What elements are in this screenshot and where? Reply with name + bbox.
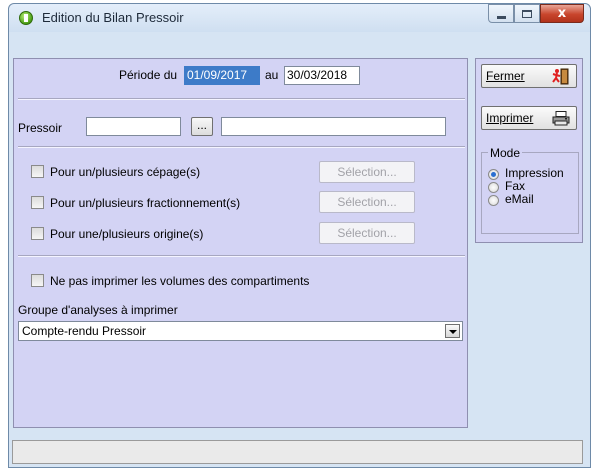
printer-icon	[552, 111, 570, 126]
maximize-icon	[522, 10, 532, 18]
window-title: Edition du Bilan Pressoir	[42, 10, 184, 25]
origine-selection-button[interactable]: Sélection...	[319, 222, 415, 244]
imprimer-label: Imprimer	[486, 111, 534, 125]
pressoir-code-input[interactable]	[86, 117, 181, 136]
chevron-down-icon[interactable]	[445, 324, 460, 338]
cepage-selection-button[interactable]: Sélection...	[319, 161, 415, 183]
fermer-label: Fermer	[486, 69, 525, 83]
minimize-icon	[497, 16, 506, 19]
title-bar[interactable]: Edition du Bilan Pressoir x	[9, 4, 590, 32]
cepage-checkbox[interactable]	[31, 165, 44, 178]
minimize-button[interactable]	[488, 4, 514, 23]
mode-impression-radio[interactable]	[488, 169, 499, 180]
separator	[18, 98, 465, 100]
fractionnement-checkbox[interactable]	[31, 196, 44, 209]
no-volumes-checkbox[interactable]	[31, 274, 44, 287]
app-icon	[19, 11, 33, 25]
groupe-select[interactable]: Compte-rendu Pressoir	[18, 321, 463, 341]
mode-email-label: eMail	[505, 192, 534, 206]
date-to-input[interactable]: 30/03/2018	[284, 66, 360, 85]
mode-title: Mode	[488, 146, 523, 160]
mode-fax-label: Fax	[505, 179, 526, 193]
groupe-selected-value: Compte-rendu Pressoir	[22, 324, 147, 338]
au-label: au	[265, 68, 279, 82]
close-icon: x	[557, 6, 567, 21]
close-button[interactable]: x	[540, 4, 584, 23]
groupe-label: Groupe d'analyses à imprimer	[18, 303, 178, 317]
imprimer-button[interactable]: Imprimer	[481, 106, 577, 130]
no-volumes-label: Ne pas imprimer les volumes des comparti…	[50, 274, 310, 288]
fractionnement-label: Pour un/plusieurs fractionnement(s)	[50, 196, 241, 210]
side-panel: Fermer Imprimer Mode Impression Fax eMai…	[475, 58, 583, 243]
separator	[18, 146, 465, 148]
separator	[18, 255, 465, 257]
window-controls: x	[488, 4, 584, 24]
maximize-button[interactable]	[514, 4, 540, 23]
date-from-input[interactable]: 01/09/2017	[184, 66, 260, 85]
cepage-label: Pour un/plusieurs cépage(s)	[50, 165, 201, 179]
pressoir-label: Pressoir	[18, 121, 63, 135]
fermer-button[interactable]: Fermer	[481, 64, 577, 88]
pressoir-browse-button[interactable]: ...	[191, 117, 213, 136]
origine-label: Pour une/plusieurs origine(s)	[50, 227, 204, 241]
exit-door-icon	[552, 68, 569, 85]
mode-fax-radio[interactable]	[488, 182, 499, 193]
fractionnement-selection-button[interactable]: Sélection...	[319, 191, 415, 213]
mode-email-radio[interactable]	[488, 195, 499, 206]
periode-label: Période du	[119, 68, 178, 82]
mode-impression-label: Impression	[505, 166, 564, 180]
status-bar	[12, 440, 583, 464]
main-panel: Période du 01/09/2017 au 30/03/2018 Pres…	[13, 58, 468, 428]
origine-checkbox[interactable]	[31, 227, 44, 240]
pressoir-name-input[interactable]	[221, 117, 446, 136]
